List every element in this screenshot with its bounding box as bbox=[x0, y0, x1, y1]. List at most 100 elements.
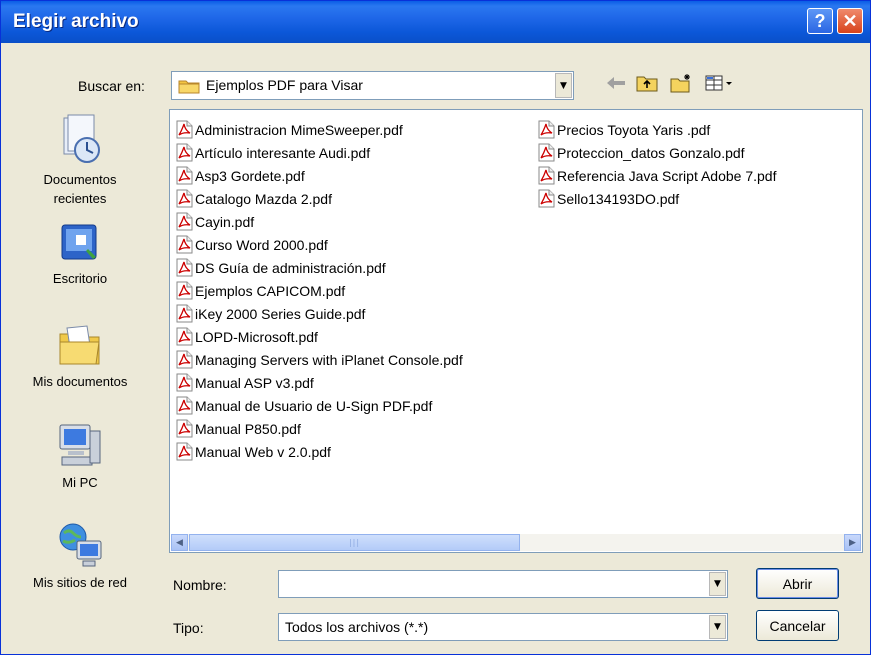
look-in-label: Buscar en: bbox=[78, 78, 145, 94]
pdf-file-icon bbox=[176, 442, 193, 461]
file-name: Cayin.pdf bbox=[195, 213, 255, 230]
cancel-button[interactable]: Cancelar bbox=[756, 610, 839, 641]
pdf-file-icon bbox=[176, 235, 193, 254]
file-item[interactable]: DS Guía de administración.pdf bbox=[176, 256, 463, 279]
file-name: Asp3 Gordete.pdf bbox=[195, 167, 305, 184]
recent-documents-icon bbox=[63, 114, 100, 163]
back-arrow-icon[interactable] bbox=[605, 72, 627, 94]
file-item[interactable]: Curso Word 2000.pdf bbox=[176, 233, 463, 256]
file-item[interactable]: Manual P850.pdf bbox=[176, 417, 463, 440]
place-label: Escritorio bbox=[52, 271, 108, 286]
place-label: Documentos bbox=[43, 172, 117, 187]
file-name: Manual Web v 2.0.pdf bbox=[195, 443, 331, 460]
file-name: Proteccion_datos Gonzalo.pdf bbox=[557, 144, 745, 161]
place-label: Mis documentos bbox=[32, 374, 128, 389]
file-name: DS Guía de administración.pdf bbox=[195, 259, 386, 276]
scroll-thumb[interactable]: ||| bbox=[189, 534, 520, 551]
filetype-combo[interactable]: Todos los archivos (*.*) ▼ bbox=[278, 613, 728, 641]
place-label: Mi PC bbox=[62, 475, 98, 490]
scroll-right-icon[interactable]: ▶ bbox=[844, 534, 861, 551]
pdf-file-icon bbox=[176, 166, 193, 185]
filename-input[interactable]: ▼ bbox=[278, 570, 728, 598]
place-my-documents[interactable]: Mis documentos bbox=[1, 324, 159, 391]
file-item[interactable]: Referencia Java Script Adobe 7.pdf bbox=[538, 164, 776, 187]
place-recent-documents[interactable]: Documentos recientes bbox=[1, 114, 159, 208]
file-item[interactable]: Asp3 Gordete.pdf bbox=[176, 164, 463, 187]
file-item[interactable]: Ejemplos CAPICOM.pdf bbox=[176, 279, 463, 302]
help-button[interactable]: ? bbox=[807, 8, 833, 34]
file-item[interactable]: Managing Servers with iPlanet Console.pd… bbox=[176, 348, 463, 371]
filename-label: Nombre: bbox=[173, 577, 227, 593]
file-name: Curso Word 2000.pdf bbox=[195, 236, 328, 253]
chevron-down-icon[interactable]: ▼ bbox=[709, 572, 726, 596]
pdf-file-icon bbox=[538, 120, 555, 139]
file-item[interactable]: Manual de Usuario de U-Sign PDF.pdf bbox=[176, 394, 463, 417]
pdf-file-icon bbox=[176, 189, 193, 208]
open-button[interactable]: Abrir bbox=[756, 568, 839, 599]
file-column-2: Precios Toyota Yaris .pdf Proteccion_dato… bbox=[538, 118, 776, 210]
pdf-file-icon bbox=[176, 419, 193, 438]
file-name: Catalogo Mazda 2.pdf bbox=[195, 190, 332, 207]
pdf-file-icon bbox=[176, 143, 193, 162]
chevron-down-icon[interactable]: ▼ bbox=[555, 73, 572, 98]
pdf-file-icon bbox=[538, 189, 555, 208]
file-name: Manual P850.pdf bbox=[195, 420, 301, 437]
file-name: Artículo interesante Audi.pdf bbox=[195, 144, 371, 161]
desktop-icon bbox=[61, 224, 97, 260]
title-bar[interactable]: Elegir archivo ? ✕ bbox=[1, 1, 870, 43]
file-item[interactable]: iKey 2000 Series Guide.pdf bbox=[176, 302, 463, 325]
filetype-label: Tipo: bbox=[173, 620, 204, 636]
place-label: Mis sitios de red bbox=[33, 575, 127, 590]
file-name: Manual de Usuario de U-Sign PDF.pdf bbox=[195, 397, 433, 414]
file-item[interactable]: Proteccion_datos Gonzalo.pdf bbox=[538, 141, 776, 164]
my-computer-icon bbox=[59, 424, 101, 466]
file-open-dialog: Elegir archivo ? ✕ Buscar en: Ejemplos P… bbox=[0, 0, 871, 655]
file-item[interactable]: Manual ASP v3.pdf bbox=[176, 371, 463, 394]
my-documents-icon bbox=[59, 325, 100, 365]
pdf-file-icon bbox=[176, 258, 193, 277]
chevron-down-icon[interactable]: ▼ bbox=[709, 615, 726, 639]
file-name: Sello134193DO.pdf bbox=[557, 190, 680, 207]
file-list[interactable]: Administracion MimeSweeper.pdf Artículo i… bbox=[169, 109, 863, 553]
pdf-file-icon bbox=[176, 281, 193, 300]
place-desktop[interactable]: Escritorio bbox=[1, 221, 159, 288]
file-name: LOPD-Microsoft.pdf bbox=[195, 328, 318, 345]
place-my-computer[interactable]: Mi PC bbox=[1, 421, 159, 492]
file-item[interactable]: Catalogo Mazda 2.pdf bbox=[176, 187, 463, 210]
close-button[interactable]: ✕ bbox=[837, 8, 863, 34]
network-places-icon bbox=[59, 523, 102, 567]
pdf-file-icon bbox=[176, 304, 193, 323]
file-column-1: Administracion MimeSweeper.pdf Artículo i… bbox=[176, 118, 463, 463]
file-item[interactable]: Administracion MimeSweeper.pdf bbox=[176, 118, 463, 141]
up-folder-icon[interactable] bbox=[636, 72, 658, 94]
look-in-combo[interactable]: Ejemplos PDF para Visar ▼ bbox=[171, 71, 574, 100]
file-item[interactable]: Artículo interesante Audi.pdf bbox=[176, 141, 463, 164]
file-name: Ejemplos CAPICOM.pdf bbox=[195, 282, 346, 299]
scroll-left-icon[interactable]: ◀ bbox=[171, 534, 188, 551]
horizontal-scrollbar[interactable]: ◀ ||| ▶ bbox=[171, 534, 861, 551]
file-item[interactable]: Cayin.pdf bbox=[176, 210, 463, 233]
filetype-value: Todos los archivos (*.*) bbox=[285, 619, 429, 635]
pdf-file-icon bbox=[538, 166, 555, 185]
pdf-file-icon bbox=[176, 350, 193, 369]
file-name: Referencia Java Script Adobe 7.pdf bbox=[557, 167, 777, 184]
view-menu-icon[interactable] bbox=[704, 72, 734, 94]
new-folder-icon[interactable] bbox=[670, 72, 692, 94]
pdf-file-icon bbox=[176, 373, 193, 392]
pdf-file-icon bbox=[176, 327, 193, 346]
file-name: iKey 2000 Series Guide.pdf bbox=[195, 305, 366, 322]
file-name: Precios Toyota Yaris .pdf bbox=[557, 121, 711, 138]
window-title: Elegir archivo bbox=[13, 11, 139, 32]
look-in-value: Ejemplos PDF para Visar bbox=[206, 77, 363, 93]
file-item[interactable]: Manual Web v 2.0.pdf bbox=[176, 440, 463, 463]
file-item[interactable]: Precios Toyota Yaris .pdf bbox=[538, 118, 776, 141]
file-item[interactable]: Sello134193DO.pdf bbox=[538, 187, 776, 210]
pdf-file-icon bbox=[538, 143, 555, 162]
file-item[interactable]: LOPD-Microsoft.pdf bbox=[176, 325, 463, 348]
pdf-file-icon bbox=[176, 396, 193, 415]
place-network[interactable]: Mis sitios de red bbox=[1, 521, 159, 592]
pdf-file-icon bbox=[176, 212, 193, 231]
places-bar: Documentos recientes Escritorio Mis docu… bbox=[1, 109, 159, 616]
file-name: Administracion MimeSweeper.pdf bbox=[195, 121, 403, 138]
place-label: recientes bbox=[53, 191, 107, 206]
